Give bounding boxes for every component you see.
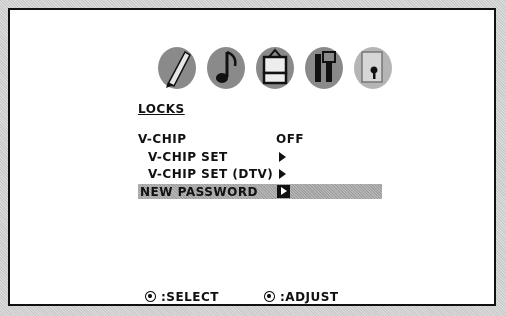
menu-item-v-chip-set[interactable]: V-CHIP SET bbox=[138, 150, 358, 164]
menu-item-v-chip[interactable]: V-CHIP OFF bbox=[138, 132, 358, 146]
select-hint-label: :SELECT bbox=[161, 290, 219, 304]
menu-item-new-password[interactable]: NEW PASSWORD bbox=[138, 184, 382, 199]
selected-arrow-icon bbox=[277, 185, 290, 198]
submenu-arrow-icon bbox=[279, 169, 286, 179]
select-button-icon bbox=[145, 291, 156, 302]
adjust-hint: :ADJUST bbox=[264, 290, 339, 304]
paintbrush-icon[interactable] bbox=[154, 44, 200, 92]
menu-item-label: V-CHIP SET (DTV) bbox=[148, 167, 274, 181]
select-hint: :SELECT bbox=[145, 290, 219, 304]
page-title: LOCKS bbox=[138, 102, 185, 116]
v-chip-value: OFF bbox=[276, 132, 305, 146]
menu-icon-bar bbox=[154, 44, 396, 94]
menu-item-label: NEW PASSWORD bbox=[140, 185, 259, 199]
lock-icon[interactable] bbox=[350, 44, 396, 92]
menu-item-v-chip-set-dtv[interactable]: V-CHIP SET (DTV) bbox=[138, 167, 358, 181]
tv-menu-screen: LOCKS V-CHIP OFF V-CHIP SET V-CHIP SET (… bbox=[8, 8, 496, 306]
submenu-arrow-icon bbox=[279, 152, 286, 162]
tv-setup-icon[interactable] bbox=[252, 44, 298, 92]
menu-item-label: V-CHIP SET bbox=[148, 150, 228, 164]
adjust-hint-label: :ADJUST bbox=[280, 290, 339, 304]
tools-icon[interactable] bbox=[301, 44, 347, 92]
adjust-button-icon bbox=[264, 291, 275, 302]
menu-item-label: V-CHIP bbox=[138, 132, 187, 146]
music-note-icon[interactable] bbox=[203, 44, 249, 92]
